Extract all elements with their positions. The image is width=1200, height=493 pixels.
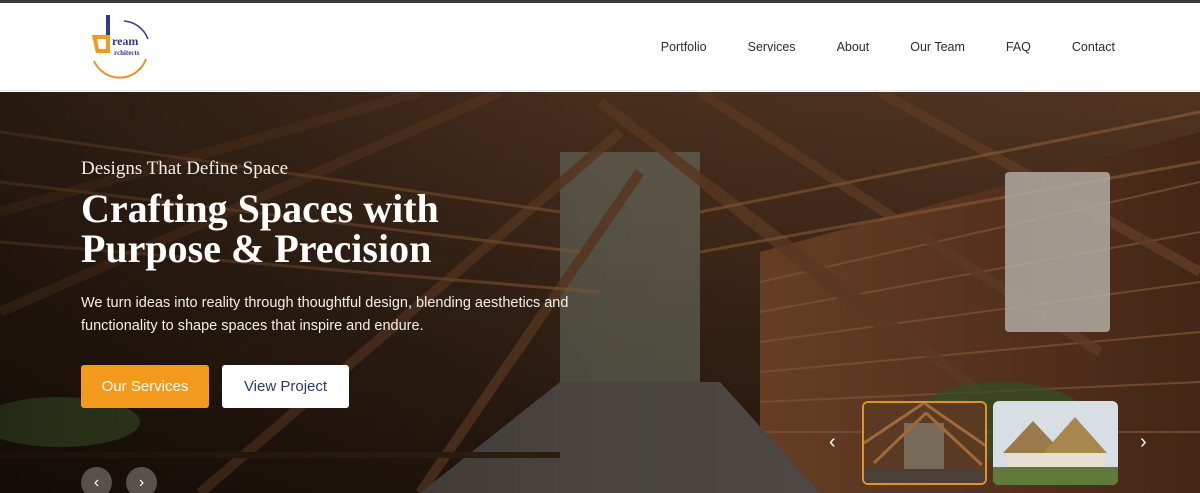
nav-item-contact[interactable]: Contact [1072,40,1115,54]
nav-item-faq[interactable]: FAQ [1006,40,1031,54]
hero-kicker: Designs That Define Space [81,158,289,179]
hero-section: Designs That Define Space Crafting Space… [0,92,1200,493]
slider-next-button[interactable]: › [126,467,157,493]
slider-prev-button[interactable]: ‹ [81,467,112,493]
our-services-button[interactable]: Our Services [81,365,209,408]
carousel-thumbnail-2[interactable] [993,401,1118,485]
chevron-right-icon: › [1140,431,1147,453]
carousel-thumbnail-1[interactable] [862,401,987,485]
nav-item-about[interactable]: About [837,40,870,54]
nav-item-services[interactable]: Services [748,40,796,54]
chevron-left-icon: ‹ [93,473,100,491]
chevron-right-icon: › [138,473,145,491]
logo-text-top: ream [112,34,138,48]
thumbnail-thatched-roof-image [993,401,1118,485]
hero-headline: Crafting Spaces with Purpose & Precision [81,186,439,271]
hero-description: We turn ideas into reality through thoug… [81,295,569,334]
chevron-left-icon: ‹ [829,431,836,453]
logo-text-bottom: rchitects [114,49,140,57]
carousel-next-arrow[interactable]: › [1140,432,1147,452]
main-nav: Portfolio Services About Our Team FAQ Co… [661,3,1115,91]
brand-logo[interactable]: ream rchitects [84,13,156,81]
nav-item-our-team[interactable]: Our Team [910,40,965,54]
view-project-button[interactable]: View Project [222,365,349,408]
site-header: ream rchitects Portfolio Services About … [0,3,1200,91]
carousel-prev-arrow[interactable]: ‹ [829,432,836,452]
thumbnail-timber-pavilion-image [864,403,985,483]
nav-item-portfolio[interactable]: Portfolio [661,40,707,54]
